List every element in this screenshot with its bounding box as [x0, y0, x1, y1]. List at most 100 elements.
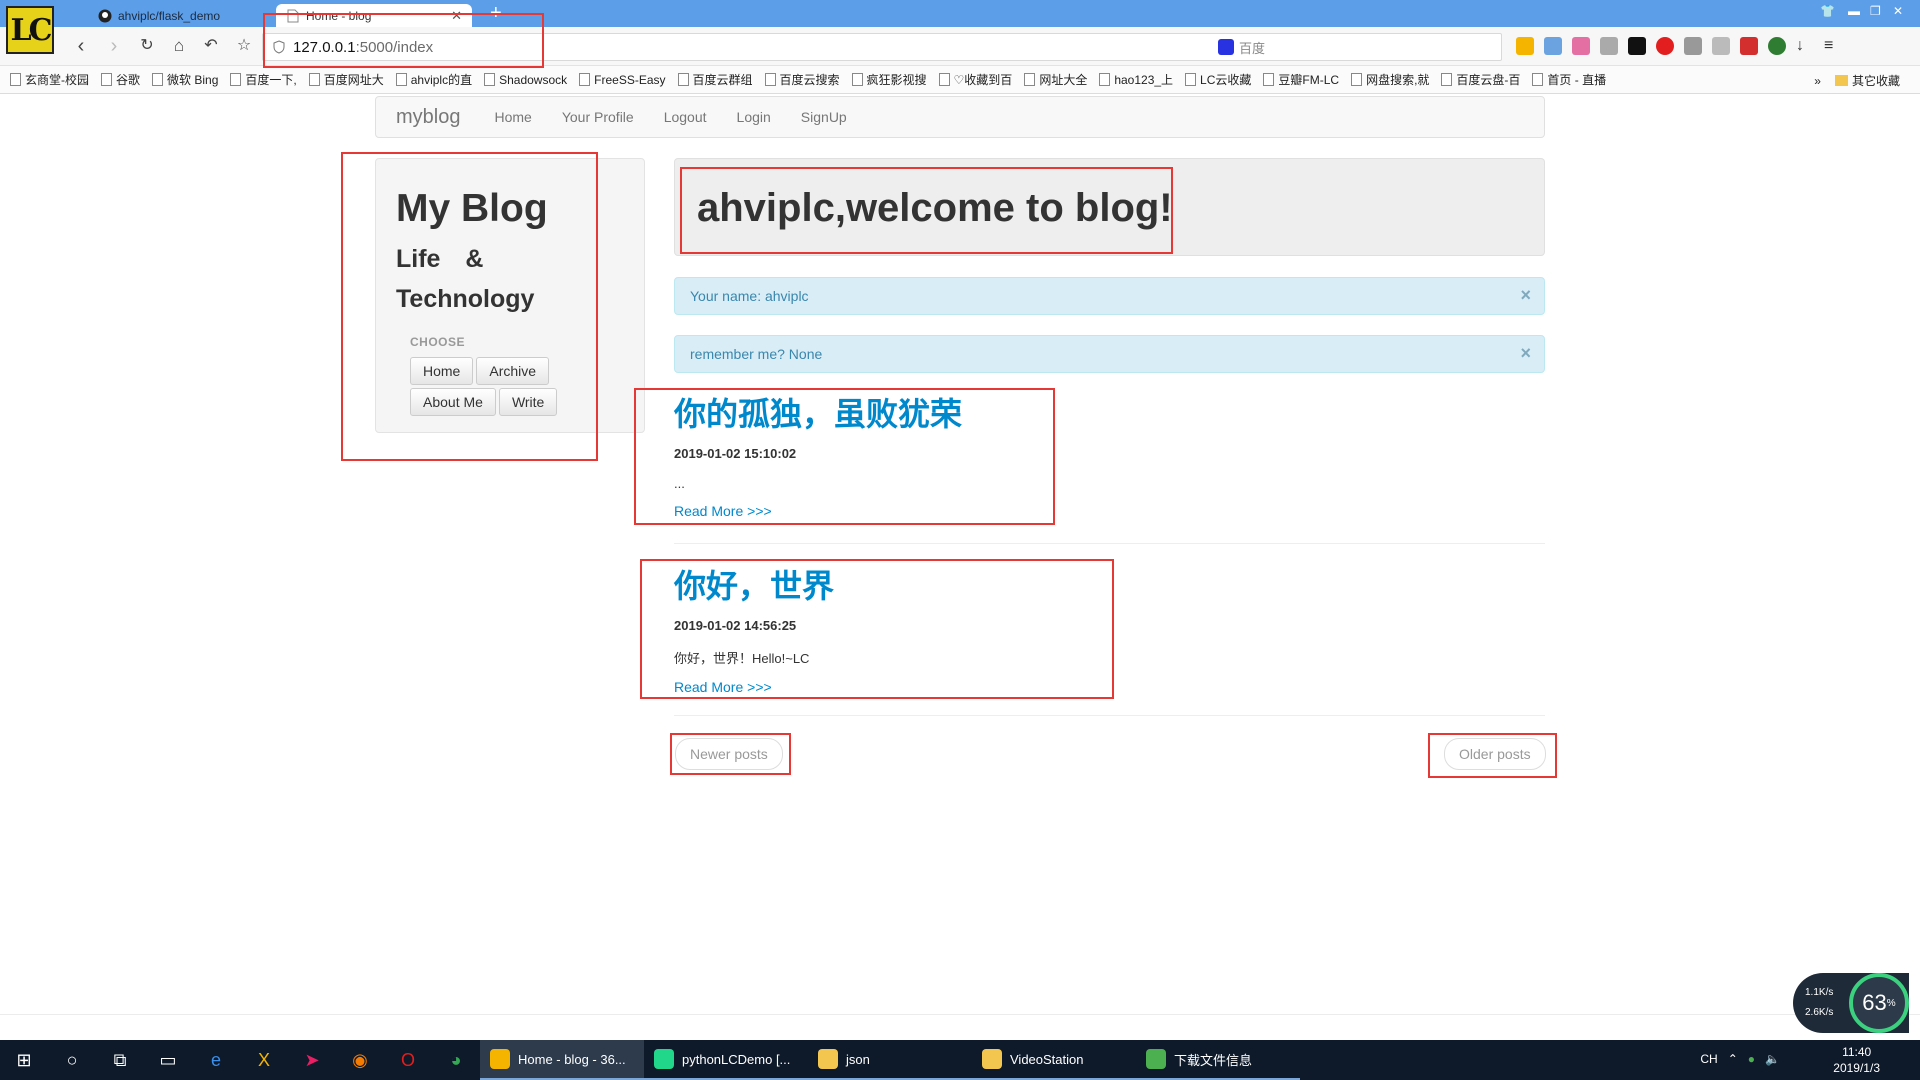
folder-icon: [1834, 75, 1848, 86]
bookmark-item[interactable]: 豆瓣FM-LC: [1263, 71, 1339, 88]
taskbar-app-pycharm[interactable]: pythonLCDemo [...: [644, 1040, 808, 1080]
undo-icon[interactable]: ↶: [200, 36, 222, 58]
terminal-icon[interactable]: ▭: [144, 1040, 192, 1080]
system-clock[interactable]: 11:40 2019/1/3: [1833, 1044, 1880, 1076]
bookmark-item[interactable]: 百度云搜索: [764, 71, 840, 88]
volume-icon[interactable]: 🔈: [1765, 1052, 1780, 1066]
bookmark-item[interactable]: 微软 Bing: [152, 71, 218, 88]
close-icon[interactable]: ×: [1520, 285, 1531, 306]
app-icon: [490, 1049, 510, 1069]
bookmark-item[interactable]: Shadowsock: [484, 73, 567, 87]
annotation-frame: [640, 559, 1114, 699]
windows-start-icon[interactable]: ⊞: [0, 1040, 48, 1080]
site-navbar: myblog Home Your Profile Logout Login Si…: [375, 96, 1545, 138]
download-speed: 2.6K/s: [1805, 1007, 1834, 1018]
folder-icon: [982, 1049, 1002, 1069]
bookmark-item[interactable]: hao123_上: [1099, 71, 1173, 88]
mail-icon[interactable]: [1600, 37, 1618, 55]
bookmark-item[interactable]: 网址大全: [1024, 71, 1087, 88]
translate-icon[interactable]: [1544, 37, 1562, 55]
taskbar-app-browser[interactable]: Home - blog - 36...: [480, 1040, 644, 1080]
ime-indicator[interactable]: CH: [1700, 1052, 1717, 1066]
edge-icon[interactable]: e: [192, 1040, 240, 1080]
task-view-icon[interactable]: ⧉: [96, 1040, 144, 1080]
bookmark-item[interactable]: LC云收藏: [1185, 71, 1251, 88]
other-bookmarks[interactable]: » 其它收藏: [1814, 72, 1900, 89]
bookmark-item[interactable]: 网盘搜索,就: [1351, 71, 1429, 88]
navbar-brand[interactable]: myblog: [396, 106, 460, 129]
nav-home[interactable]: Home: [494, 109, 531, 125]
app-icon: [654, 1049, 674, 1069]
tab-flask-demo[interactable]: ahviplc/flask_demo: [88, 4, 266, 27]
alert-name: Your name: ahviplc ×: [674, 277, 1545, 315]
shirt-icon[interactable]: 👕: [1820, 4, 1835, 18]
forward-icon[interactable]: ›: [103, 36, 125, 58]
code-icon[interactable]: [1684, 37, 1702, 55]
wechat-icon[interactable]: ●: [1748, 1052, 1755, 1066]
bookmark-item[interactable]: FreeSS-Easy: [579, 73, 666, 87]
chrome-icon[interactable]: ◕: [432, 1040, 480, 1080]
adobe-icon[interactable]: [1712, 37, 1730, 55]
opera-icon[interactable]: O: [384, 1040, 432, 1080]
xmind-icon[interactable]: X: [240, 1040, 288, 1080]
search-placeholder: 百度: [1239, 40, 1266, 56]
taskbar-app-json[interactable]: json: [808, 1040, 972, 1080]
back-icon[interactable]: ‹: [70, 36, 92, 58]
bookmark-item[interactable]: ahviplc的直: [395, 71, 472, 88]
bookmark-item[interactable]: 谷歌: [101, 71, 140, 88]
close-icon[interactable]: ×: [1520, 343, 1531, 364]
chevron-up-icon[interactable]: ⌃: [1728, 1052, 1738, 1066]
download-icon[interactable]: ↓: [1796, 37, 1814, 55]
reload-icon[interactable]: ↻: [136, 36, 158, 58]
taskbar-app-download[interactable]: 下载文件信息: [1136, 1040, 1300, 1080]
opera-icon[interactable]: [1656, 37, 1674, 55]
nav-logout[interactable]: Logout: [664, 109, 707, 125]
bookmark-item[interactable]: 百度一下,: [230, 71, 297, 88]
bookmark-item[interactable]: 玄商堂-校园: [10, 71, 89, 88]
clock-time: 11:40: [1842, 1045, 1872, 1059]
app-logo: LC: [6, 6, 54, 54]
bookmark-item[interactable]: ♡收藏到百: [938, 71, 1012, 88]
annotation-frame: [341, 152, 598, 461]
browser-status-bar: [0, 1014, 1920, 1040]
taskbar-app-videostation[interactable]: VideoStation: [972, 1040, 1136, 1080]
folder-icon: [818, 1049, 838, 1069]
nav-your-profile[interactable]: Your Profile: [562, 109, 634, 125]
tab-title: ahviplc/flask_demo: [118, 8, 221, 23]
home-icon[interactable]: ⌂: [168, 36, 190, 58]
bookmark-item[interactable]: 疯狂影视搜: [851, 71, 927, 88]
bookmark-item[interactable]: 百度云盘-百: [1441, 71, 1520, 88]
bookmark-item[interactable]: 百度网址大: [308, 71, 384, 88]
taskbar: ⊞ ○ ⧉ ▭ e X ➤ ◉ O ◕ Home - blog - 36... …: [0, 1040, 1920, 1080]
minimize-button[interactable]: ▬: [1848, 4, 1860, 18]
clock-date: 2019/1/3: [1833, 1061, 1880, 1075]
net-speed-widget[interactable]: 1.1K/s 2.6K/s 63%: [1793, 973, 1909, 1033]
grid-icon[interactable]: [1516, 37, 1534, 55]
note-icon[interactable]: [1572, 37, 1590, 55]
cpu-percent: 63%: [1849, 973, 1909, 1033]
tampermonkey-icon[interactable]: [1628, 37, 1646, 55]
close-window-button[interactable]: ✕: [1893, 4, 1903, 18]
star-icon[interactable]: ☆: [233, 36, 255, 58]
nav-login[interactable]: Login: [737, 109, 771, 125]
menu-icon[interactable]: ≡: [1824, 37, 1842, 55]
divider: [674, 543, 1545, 544]
annotation-frame: [634, 388, 1055, 525]
annotation-frame: [680, 167, 1173, 254]
csdn-icon[interactable]: [1740, 37, 1758, 55]
search-box[interactable]: 百度: [1218, 36, 1508, 58]
browser-icon[interactable]: ◉: [336, 1040, 384, 1080]
nav-signup[interactable]: SignUp: [801, 109, 847, 125]
globe-icon[interactable]: [1768, 37, 1786, 55]
bookmark-item[interactable]: 百度云群组: [677, 71, 753, 88]
chevron-right-icon[interactable]: »: [1814, 74, 1821, 88]
send-icon[interactable]: ➤: [288, 1040, 336, 1080]
search-icon[interactable]: ○: [48, 1040, 96, 1080]
annotation-frame: [1428, 733, 1557, 778]
alert-remember: remember me? None ×: [674, 335, 1545, 373]
bookmarks-bar: 玄商堂-校园 谷歌 微软 Bing 百度一下, 百度网址大 ahviplc的直 …: [0, 66, 1920, 94]
maximize-button[interactable]: ❐: [1870, 4, 1881, 18]
bookmark-item[interactable]: 首页 - 直播: [1532, 71, 1606, 88]
extension-icons: ↓ ≡: [1516, 37, 1842, 55]
alert-text: Your name: ahviplc: [690, 288, 809, 304]
